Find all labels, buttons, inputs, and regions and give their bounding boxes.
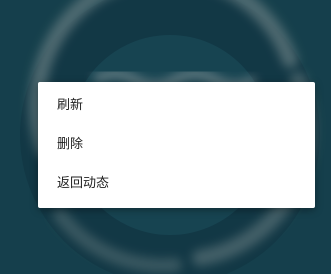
- menu-item-refresh[interactable]: 刷新: [38, 86, 315, 125]
- menu-item-delete[interactable]: 删除: [38, 125, 315, 164]
- context-menu: 刷新 删除 返回动态: [38, 82, 315, 208]
- menu-item-back-to-feed[interactable]: 返回动态: [38, 164, 315, 203]
